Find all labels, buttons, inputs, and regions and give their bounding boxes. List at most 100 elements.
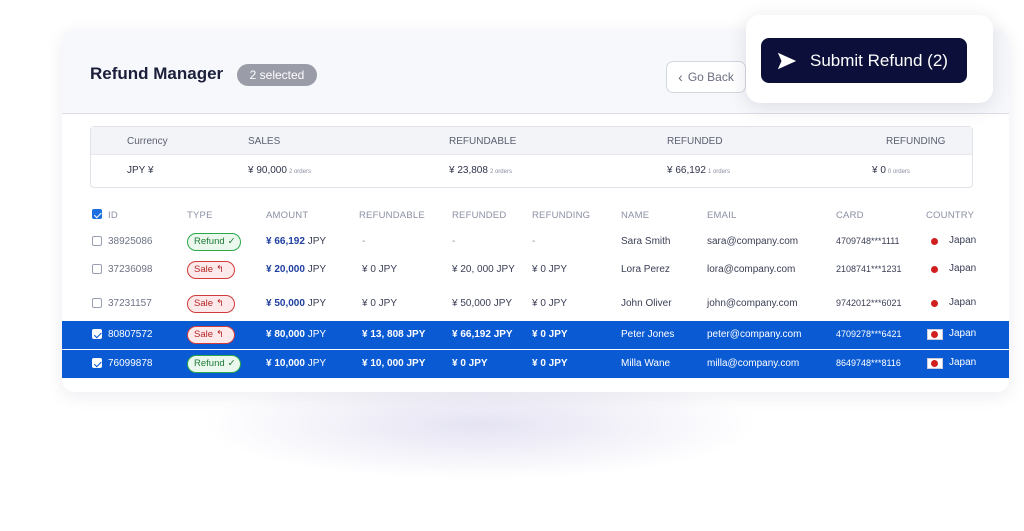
column-id: ID — [108, 210, 118, 221]
table-row[interactable]: 37236098 Sale ↰ ¥ 20,000 JPY ¥ 0 JPY ¥ 20, 00… — [62, 256, 1009, 284]
column-refunded: REFUNDED — [452, 210, 507, 221]
refunding-amount: ¥ 0 JPY — [532, 358, 568, 369]
order-id: 76099878 — [108, 358, 153, 369]
column-refunding: REFUNDING — [532, 210, 591, 221]
refunding-amount: ¥ 0 JPY — [532, 264, 568, 275]
type-pill: Sale ↰ — [187, 326, 235, 344]
check-icon: ✓ — [227, 236, 236, 247]
row-checkbox[interactable] — [92, 264, 102, 274]
summary-refundable: ¥ 23,808 2 orders — [449, 165, 512, 176]
summary-currency: JPY ¥ — [127, 165, 154, 176]
column-email: EMAIL — [707, 210, 737, 221]
table-header: ID TYPE AMOUNT REFUNDABLE REFUNDED REFUN… — [62, 208, 1009, 224]
type-pill: Refund ✓ — [187, 233, 241, 251]
submit-refund-button[interactable]: Submit Refund (2) — [761, 38, 967, 83]
summary-table: Currency SALES REFUNDABLE REFUNDED REFUN… — [90, 126, 973, 188]
row-checkbox[interactable] — [92, 329, 102, 339]
refundable-amount: ¥ 10, 000 JPY — [362, 358, 426, 369]
customer-name: Peter Jones — [621, 329, 675, 340]
refundable-amount: ¥ 13, 808 JPY — [362, 329, 426, 340]
country-name: Japan — [949, 263, 977, 274]
customer-name: Lora Perez — [621, 264, 670, 275]
amount: ¥ 10,000 JPY — [266, 358, 327, 369]
type-pill: Sale ↰ — [187, 295, 235, 313]
customer-name: Sara Smith — [621, 236, 671, 247]
column-name: NAME — [621, 210, 650, 221]
japan-flag-icon — [927, 298, 943, 309]
type-label: Sale — [194, 298, 214, 309]
undo-arrow-icon: ↰ — [216, 329, 224, 340]
refundable-amount: - — [362, 236, 366, 247]
check-icon: ✓ — [227, 358, 236, 369]
amount: ¥ 20,000 JPY — [266, 264, 327, 275]
refunding-amount: ¥ 0 JPY — [532, 329, 568, 340]
amount: ¥ 80,000 JPY — [266, 329, 327, 340]
refundable-amount: ¥ 0 JPY — [362, 298, 398, 309]
undo-arrow-icon: ↰ — [216, 264, 224, 275]
summary-header: Currency SALES REFUNDABLE REFUNDED REFUN… — [91, 127, 972, 155]
country-name: Japan — [949, 235, 977, 246]
summary-header-refunded: REFUNDED — [667, 136, 723, 147]
country-name: Japan — [949, 357, 977, 368]
summary-header-refundable: REFUNDABLE — [449, 136, 517, 147]
type-label: Sale — [194, 264, 214, 275]
summary-refunding: ¥ 00 orders — [872, 165, 910, 176]
amount: ¥ 66,192 JPY — [266, 236, 327, 247]
card-number: 2108741***1231 — [836, 264, 902, 274]
column-country: COUNTRY — [926, 210, 975, 221]
japan-flag-icon — [927, 236, 943, 247]
refunded-amount: ¥ 0 JPY — [452, 358, 488, 369]
order-id: 37236098 — [108, 264, 153, 275]
table-row[interactable]: 38925086 Refund ✓ ¥ 66,192 JPY - - - Sara Smith… — [62, 228, 1009, 256]
table-row[interactable]: 37231157 Sale ↰ ¥ 50,000 JPY ¥ 0 JPY ¥ 50,000… — [62, 290, 1009, 318]
type-label: Refund — [194, 358, 225, 369]
country-name: Japan — [949, 328, 977, 339]
row-checkbox[interactable] — [92, 358, 102, 368]
refunded-amount: ¥ 50,000 JPY — [452, 298, 513, 309]
customer-email: lora@company.com — [707, 264, 796, 275]
order-id: 38925086 — [108, 236, 153, 247]
refunded-amount: ¥ 20, 000 JPY — [452, 264, 515, 275]
undo-arrow-icon: ↰ — [216, 298, 224, 309]
row-checkbox[interactable] — [92, 236, 102, 246]
card-number: 4709748***1111 — [836, 236, 900, 246]
column-card: CARD — [836, 210, 864, 221]
customer-name: Milla Wane — [621, 358, 671, 369]
type-pill: Sale ↰ — [187, 261, 235, 279]
go-back-label: Go Back — [687, 70, 734, 84]
page-title: Refund Manager — [90, 64, 224, 83]
submit-panel: Submit Refund (2) — [746, 15, 993, 103]
refunded-amount: - — [452, 236, 456, 247]
go-back-button[interactable]: ‹ Go Back — [666, 61, 746, 93]
summary-header-refunding: REFUNDING — [886, 136, 946, 147]
customer-email: milla@company.com — [707, 358, 800, 369]
column-type: TYPE — [187, 210, 213, 221]
type-pill: Refund ✓ — [187, 355, 241, 373]
row-checkbox[interactable] — [92, 298, 102, 308]
column-refundable: REFUNDABLE — [359, 210, 425, 221]
customer-email: sara@company.com — [707, 236, 799, 247]
send-icon — [777, 52, 797, 69]
refundable-amount: ¥ 0 JPY — [362, 264, 398, 275]
type-label: Sale — [194, 329, 214, 340]
submit-refund-label: Submit Refund (2) — [810, 50, 948, 70]
card-number: 9742012***6021 — [836, 298, 902, 308]
summary-header-currency: Currency — [127, 136, 168, 147]
customer-name: John Oliver — [621, 298, 672, 309]
japan-flag-icon — [927, 358, 943, 369]
customer-email: peter@company.com — [707, 329, 802, 340]
refunding-amount: - — [532, 236, 536, 247]
summary-header-sales: SALES — [248, 136, 281, 147]
table-row[interactable]: 76099878 Refund ✓ ¥ 10,000 JPY ¥ 10, 000 JPY… — [62, 350, 1009, 378]
summary-sales: ¥ 90,000 2 orders — [248, 165, 311, 176]
japan-flag-icon — [927, 264, 943, 275]
amount: ¥ 50,000 JPY — [266, 298, 327, 309]
japan-flag-icon — [927, 329, 943, 340]
type-label: Refund — [194, 236, 225, 247]
order-id: 37231157 — [108, 298, 152, 309]
table-row[interactable]: 80807572 Sale ↰ ¥ 80,000 JPY ¥ 13, 808 JPY ¥ … — [62, 321, 1009, 349]
country-name: Japan — [949, 297, 977, 308]
selected-count-badge: 2 selected — [237, 64, 317, 86]
chevron-left-icon: ‹ — [678, 69, 683, 85]
select-all-checkbox[interactable] — [92, 209, 102, 219]
